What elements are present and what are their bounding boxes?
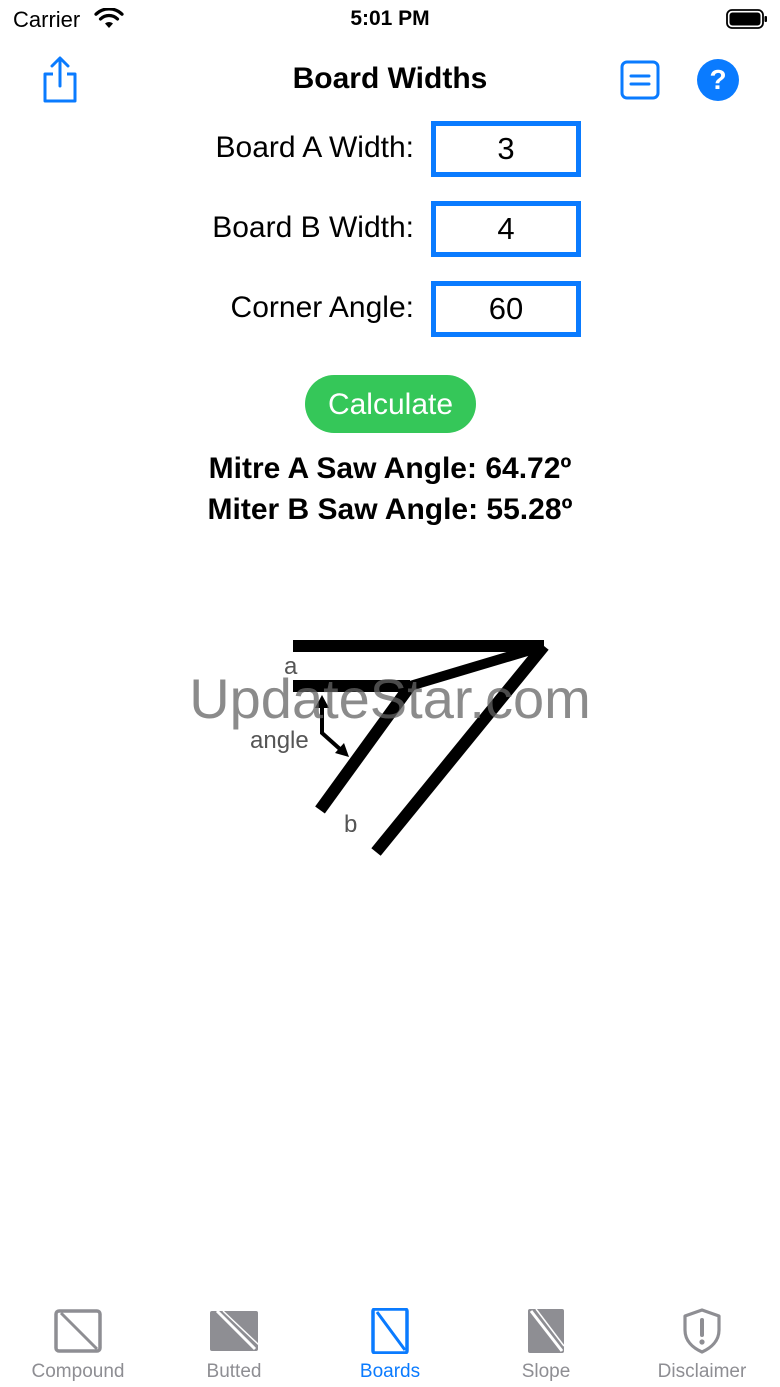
page-title: Board Widths <box>292 62 488 95</box>
square-slash-icon <box>54 1309 102 1353</box>
filled-square-slash-icon <box>210 1309 259 1351</box>
board-b-row: Board B Width: <box>0 201 780 259</box>
corner-angle-label: Corner Angle: <box>230 291 414 324</box>
tab-slope[interactable]: Slope <box>468 1304 624 1384</box>
tab-label: Butted <box>206 1361 262 1382</box>
tab-butted[interactable]: Butted <box>156 1304 312 1384</box>
tab-label: Boards <box>359 1361 421 1382</box>
mitre-a-result: Mitre A Saw Angle: 64.72º <box>208 452 572 485</box>
tab-bar: Compound Butted Boards Slope Disclaimer <box>0 1290 780 1387</box>
list-icon <box>620 60 660 100</box>
board-a-label: Board A Width: <box>215 131 414 164</box>
board-diagram: a angle b <box>250 640 549 856</box>
label-angle: angle <box>250 727 309 754</box>
tab-label: Slope <box>521 1361 571 1382</box>
status-bar: Carrier 5:01 PM <box>0 0 780 40</box>
board-a-row: Board A Width: <box>0 121 780 179</box>
label-b: b <box>344 811 357 838</box>
tab-compound[interactable]: Compound <box>0 1304 156 1384</box>
tab-label: Disclaimer <box>657 1361 747 1382</box>
clock: 5:01 PM <box>350 7 430 30</box>
board-b-label: Board B Width: <box>212 211 414 244</box>
list-button[interactable] <box>620 60 660 100</box>
corner-angle-row: Corner Angle: <box>0 281 780 339</box>
help-icon: ? <box>709 64 727 95</box>
miter-b-result: Miter B Saw Angle: 55.28º <box>207 493 573 526</box>
tab-boards[interactable]: Boards <box>312 1304 468 1384</box>
help-button[interactable]: ? <box>697 59 739 101</box>
battery-icon <box>726 9 767 29</box>
filled-rect-slash-icon <box>528 1308 565 1353</box>
tab-label: Compound <box>31 1361 125 1382</box>
shield-exclamation-icon <box>683 1308 721 1354</box>
corner-angle-input[interactable] <box>431 281 581 337</box>
calculate-button[interactable]: Calculate <box>305 375 476 433</box>
tab-disclaimer[interactable]: Disclaimer <box>624 1304 780 1384</box>
board-a-width-input[interactable] <box>431 121 581 177</box>
rect-slash-icon <box>371 1308 409 1354</box>
board-b-width-input[interactable] <box>431 201 581 257</box>
watermark: UpdateStar.com <box>189 667 591 730</box>
